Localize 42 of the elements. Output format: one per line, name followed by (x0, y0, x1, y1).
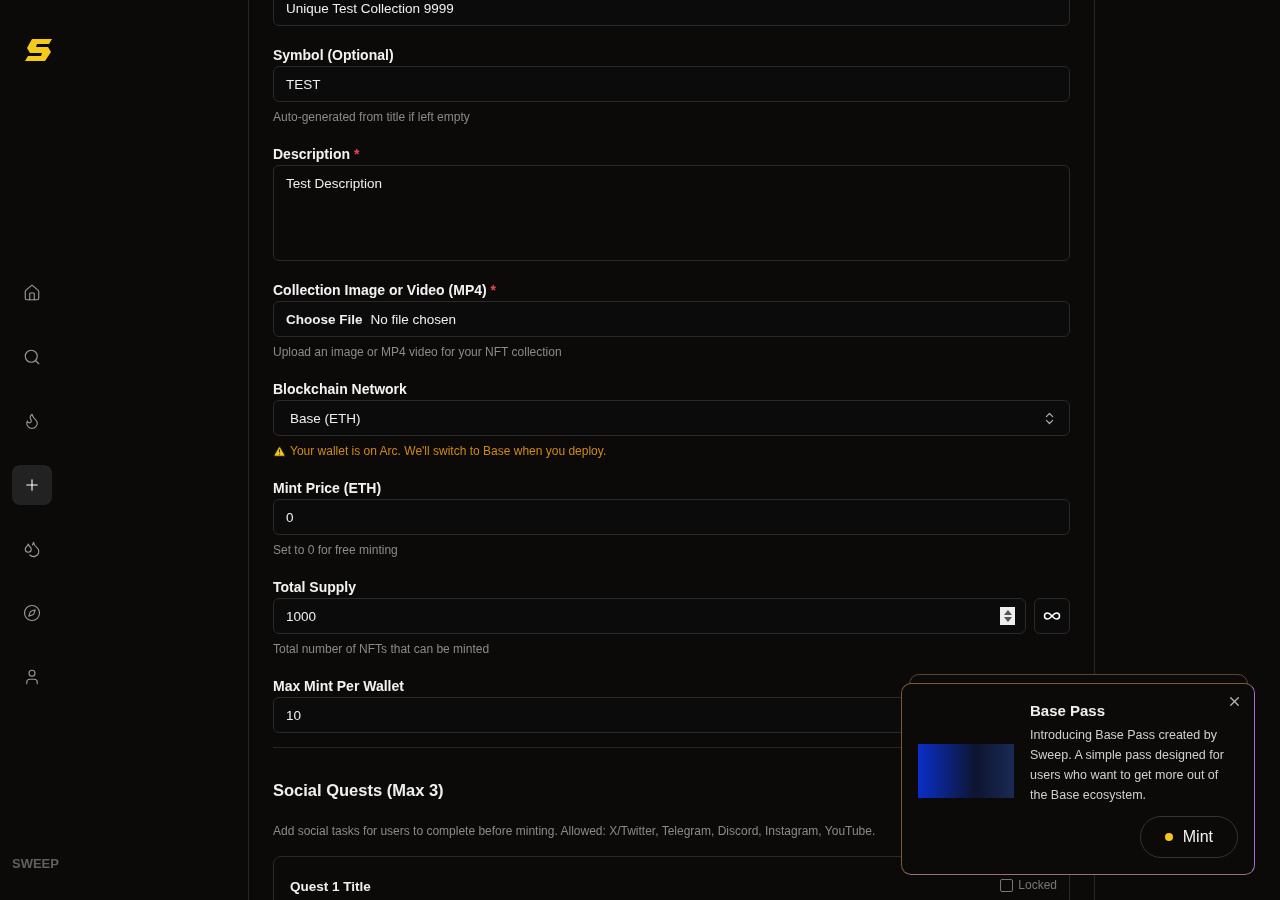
infinity-button[interactable] (1034, 598, 1070, 634)
mint-button[interactable]: Mint (1139, 816, 1238, 858)
helper-text: Upload an image or MP4 video for your NFT collection (273, 344, 563, 360)
required-mark: * (353, 146, 360, 162)
locked-checkbox[interactable] (1000, 878, 1014, 892)
textarea-field[interactable]: Test Description (273, 165, 1070, 261)
status-dot (1164, 833, 1173, 841)
number-field[interactable]: 1000 (273, 598, 1026, 634)
field-label: Max Mint Per Wallet (273, 677, 404, 696)
field-label: Collection Image or Video (MP4) * (273, 281, 496, 300)
droplets-icon (23, 540, 41, 558)
quest-title: Quest 1 Title (290, 879, 371, 894)
close-button[interactable] (1227, 694, 1242, 709)
field-label: Mint Price (ETH) (273, 479, 382, 498)
flame-icon (23, 412, 41, 430)
nav-item[interactable] (12, 465, 52, 505)
helper-text: Set to 0 for free minting (273, 542, 399, 558)
required-mark: * (490, 282, 496, 298)
input-field[interactable]: TEST (273, 66, 1070, 102)
input-field[interactable]: Unique Test Collection 9999 (273, 0, 1070, 26)
input-field[interactable]: 0 (273, 499, 1070, 535)
logo-icon[interactable] (24, 38, 54, 62)
field-label: Total Supply (273, 578, 356, 597)
locked-label: Locked (1018, 878, 1057, 892)
field-label: Description * (273, 145, 360, 164)
compass-icon (23, 604, 41, 622)
file-input[interactable]: Choose File No file chosen (273, 301, 1070, 337)
spinner-icon[interactable] (1000, 607, 1015, 625)
helper-text: Auto-generated from title if left empty (273, 109, 471, 125)
section-title: Social Quests (Max 3) (273, 780, 444, 801)
select-field[interactable]: Base (ETH) (273, 400, 1070, 436)
warning-icon (273, 444, 286, 458)
plus-icon (23, 476, 41, 494)
home-icon (23, 284, 41, 302)
helper-text: Total number of NFTs that can be minted (273, 641, 491, 657)
search-icon (23, 348, 41, 366)
user-icon (23, 668, 41, 686)
section-description: Add social tasks for users to complete before minting. Allowed: X/Twitter, Telegram, Discord, Instagram, YouTube. (273, 823, 876, 839)
field-label: Symbol (Optional) (273, 46, 394, 65)
field-label: Blockchain Network (273, 380, 407, 399)
brand-name: SWEEP (12, 856, 59, 871)
warning-text: Your wallet is on Arc. We'll switch to Base when you deploy. (290, 443, 607, 459)
